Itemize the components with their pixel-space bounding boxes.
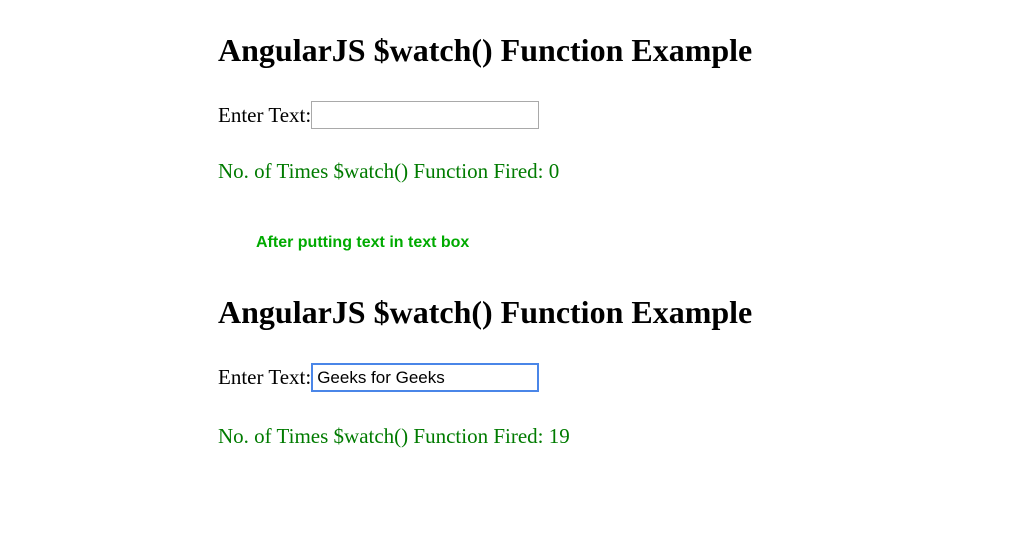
page-title: AngularJS $watch() Function Example — [218, 32, 1035, 69]
text-input[interactable] — [311, 363, 539, 392]
example-section-before: AngularJS $watch() Function Example Ente… — [218, 32, 1035, 184]
status-prefix: No. of Times $watch() Function Fired: — [218, 159, 549, 183]
input-row: Enter Text: — [218, 101, 1035, 129]
input-label: Enter Text: — [218, 365, 311, 390]
input-row: Enter Text: — [218, 363, 1035, 392]
status-prefix: No. of Times $watch() Function Fired: — [218, 424, 549, 448]
status-count: 19 — [549, 424, 570, 448]
text-input[interactable] — [311, 101, 539, 129]
annotation-text: After putting text in text box — [256, 234, 1035, 252]
watch-status: No. of Times $watch() Function Fired: 0 — [218, 159, 1035, 184]
status-count: 0 — [549, 159, 560, 183]
input-label: Enter Text: — [218, 103, 311, 128]
watch-status: No. of Times $watch() Function Fired: 19 — [218, 424, 1035, 449]
page-title: AngularJS $watch() Function Example — [218, 294, 1035, 331]
example-section-after: AngularJS $watch() Function Example Ente… — [218, 294, 1035, 449]
